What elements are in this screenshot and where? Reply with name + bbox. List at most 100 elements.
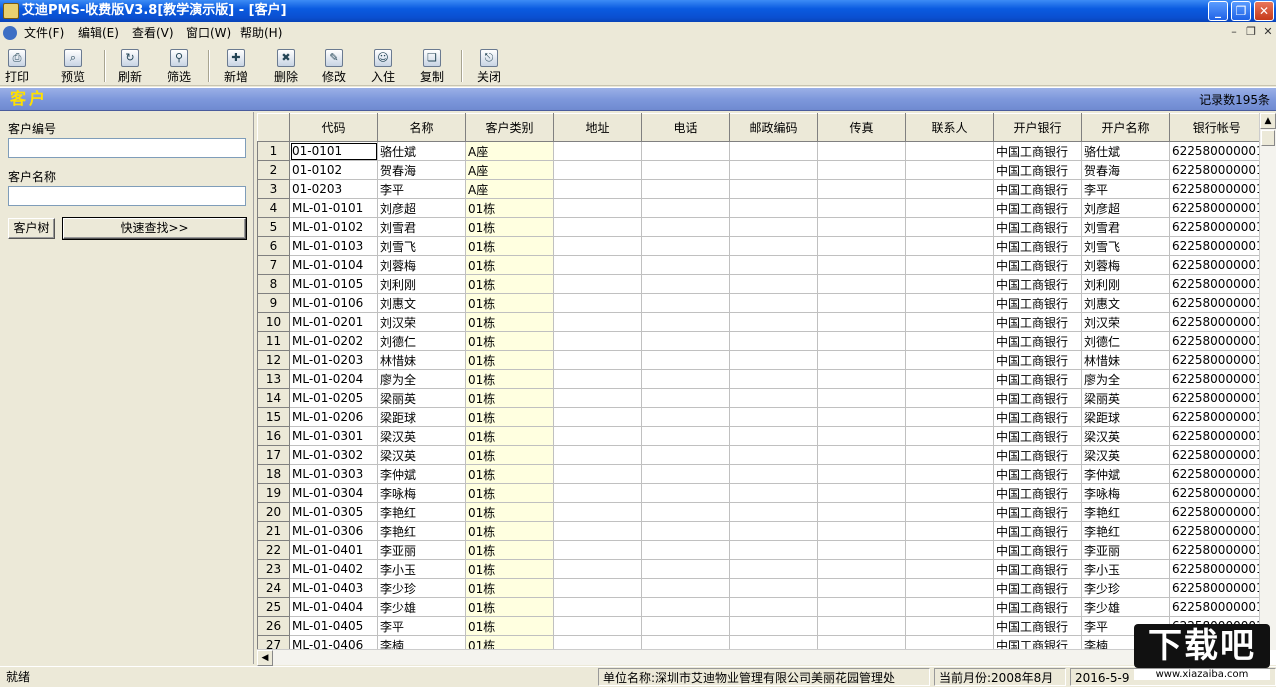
grid-cell[interactable]: 梁汉英 xyxy=(377,426,466,446)
grid-cell[interactable] xyxy=(641,369,730,389)
grid-cell[interactable]: 中国工商银行 xyxy=(993,293,1082,313)
quick-search-button[interactable]: 快速查找>> xyxy=(62,217,247,240)
grid-cell[interactable]: 01栋 xyxy=(465,312,554,332)
grid-cell[interactable] xyxy=(641,179,730,199)
grid-cell[interactable]: 622580000001 xyxy=(1169,578,1265,598)
grid-cell[interactable] xyxy=(905,198,994,218)
copy-button[interactable]: ❏ 复制 xyxy=(407,47,457,85)
grid-cell[interactable]: 622580000001 xyxy=(1169,179,1265,199)
grid-cell[interactable] xyxy=(817,540,906,560)
grid-cell[interactable] xyxy=(641,141,730,161)
grid-cell[interactable]: ML-01-0104 xyxy=(289,255,378,275)
grid-cell[interactable]: 刘蓉梅 xyxy=(1081,255,1170,275)
grid-cell[interactable]: 01栋 xyxy=(465,369,554,389)
grid-cell[interactable]: 梁汉英 xyxy=(377,445,466,465)
grid-cell[interactable]: ML-01-0101 xyxy=(289,198,378,218)
row-number[interactable]: 8 xyxy=(257,274,290,294)
table-row[interactable]: 3 01-0203 李平 A座 中国工商银行 李平 622580000001 xyxy=(257,179,1265,199)
grid-cell[interactable] xyxy=(905,293,994,313)
close-doc-button[interactable]: ⎋ 关闭 xyxy=(464,47,514,85)
grid-cell[interactable]: ML-01-0401 xyxy=(289,540,378,560)
grid-cell[interactable] xyxy=(817,293,906,313)
table-row[interactable]: 18 ML-01-0303 李仲斌 01栋 中国工商银行 李仲斌 622580000001 xyxy=(257,464,1265,484)
grid-cell[interactable]: 01栋 xyxy=(465,597,554,617)
customer-grid[interactable]: 代码 名称 客户类别 地址 电话 邮政编码 传真 联系人 开户银行 开户名称 银… xyxy=(257,113,1276,665)
grid-cell[interactable]: 622580000001 xyxy=(1169,217,1265,237)
row-number[interactable]: 24 xyxy=(257,578,290,598)
grid-cell[interactable]: 中国工商银行 xyxy=(993,312,1082,332)
grid-cell[interactable] xyxy=(729,274,818,294)
grid-cell[interactable]: 中国工商银行 xyxy=(993,236,1082,256)
grid-cell[interactable] xyxy=(553,255,642,275)
row-number[interactable]: 10 xyxy=(257,312,290,332)
grid-cell[interactable] xyxy=(817,578,906,598)
grid-cell[interactable] xyxy=(553,331,642,351)
grid-cell[interactable] xyxy=(905,274,994,294)
grid-cell[interactable] xyxy=(905,236,994,256)
row-number[interactable]: 14 xyxy=(257,388,290,408)
grid-cell[interactable]: 622580000001 xyxy=(1169,540,1265,560)
grid-cell[interactable] xyxy=(641,160,730,180)
grid-cell[interactable] xyxy=(553,445,642,465)
row-number[interactable]: 26 xyxy=(257,616,290,636)
grid-cell[interactable]: A座 xyxy=(465,141,554,161)
row-number[interactable]: 20 xyxy=(257,502,290,522)
row-number[interactable]: 13 xyxy=(257,369,290,389)
grid-cell[interactable] xyxy=(641,578,730,598)
grid-cell[interactable] xyxy=(553,217,642,237)
grid-cell[interactable] xyxy=(729,369,818,389)
grid-cell[interactable]: 刘彦超 xyxy=(1081,198,1170,218)
grid-cell[interactable] xyxy=(641,331,730,351)
grid-cell[interactable]: 01栋 xyxy=(465,521,554,541)
grid-cell[interactable] xyxy=(553,464,642,484)
grid-cell[interactable]: 622580000001 xyxy=(1169,198,1265,218)
row-number[interactable]: 2 xyxy=(257,160,290,180)
grid-cell[interactable]: 李艳红 xyxy=(1081,502,1170,522)
grid-cell[interactable] xyxy=(553,559,642,579)
table-row[interactable]: 22 ML-01-0401 李亚丽 01栋 中国工商银行 李亚丽 622580000001 xyxy=(257,540,1265,560)
row-number[interactable]: 6 xyxy=(257,236,290,256)
grid-cell[interactable]: 刘雪飞 xyxy=(1081,236,1170,256)
grid-cell[interactable]: ML-01-0106 xyxy=(289,293,378,313)
grid-cell[interactable]: 中国工商银行 xyxy=(993,255,1082,275)
grid-cell[interactable] xyxy=(729,483,818,503)
grid-cell[interactable]: ML-01-0304 xyxy=(289,483,378,503)
table-row[interactable]: 11 ML-01-0202 刘德仁 01栋 中国工商银行 刘德仁 622580000001 xyxy=(257,331,1265,351)
grid-cell[interactable]: 622580000001 xyxy=(1169,426,1265,446)
grid-cell[interactable] xyxy=(905,350,994,370)
grid-cell[interactable]: 01栋 xyxy=(465,274,554,294)
menu-help[interactable]: 帮助(H) xyxy=(240,22,282,44)
grid-cell[interactable]: 01栋 xyxy=(465,407,554,427)
grid-cell[interactable] xyxy=(729,236,818,256)
grid-cell[interactable] xyxy=(817,559,906,579)
grid-cell[interactable]: ML-01-0203 xyxy=(289,350,378,370)
grid-cell[interactable]: 01栋 xyxy=(465,255,554,275)
grid-cell[interactable]: 01-0101 xyxy=(289,141,378,161)
close-button[interactable]: ✕ xyxy=(1254,1,1274,21)
grid-cell[interactable]: 贺春海 xyxy=(377,160,466,180)
grid-cell[interactable]: 622580000001 xyxy=(1169,331,1265,351)
grid-cell[interactable] xyxy=(641,483,730,503)
grid-cell[interactable] xyxy=(905,445,994,465)
grid-cell[interactable] xyxy=(817,160,906,180)
row-number[interactable]: 19 xyxy=(257,483,290,503)
grid-cell[interactable]: 刘利刚 xyxy=(1081,274,1170,294)
grid-cell[interactable] xyxy=(641,388,730,408)
table-row[interactable]: 6 ML-01-0103 刘雪飞 01栋 中国工商银行 刘雪飞 622580000001 xyxy=(257,236,1265,256)
grid-cell[interactable] xyxy=(817,597,906,617)
grid-cell[interactable]: 林惜妹 xyxy=(377,350,466,370)
grid-cell[interactable] xyxy=(641,616,730,636)
grid-cell[interactable]: 李咏梅 xyxy=(1081,483,1170,503)
grid-cell[interactable] xyxy=(641,236,730,256)
row-number[interactable]: 22 xyxy=(257,540,290,560)
grid-cell[interactable]: 01栋 xyxy=(465,540,554,560)
grid-cell[interactable]: 梁距球 xyxy=(377,407,466,427)
grid-cell[interactable]: 01栋 xyxy=(465,464,554,484)
scroll-up-icon[interactable]: ▲ xyxy=(1260,113,1276,129)
grid-cell[interactable] xyxy=(729,616,818,636)
print-button[interactable]: ⎙ 打印 xyxy=(0,47,42,85)
grid-cell[interactable] xyxy=(817,217,906,237)
column-header[interactable]: 联系人 xyxy=(905,113,994,142)
table-row[interactable]: 19 ML-01-0304 李咏梅 01栋 中国工商银行 李咏梅 622580000001 xyxy=(257,483,1265,503)
grid-cell[interactable] xyxy=(905,483,994,503)
